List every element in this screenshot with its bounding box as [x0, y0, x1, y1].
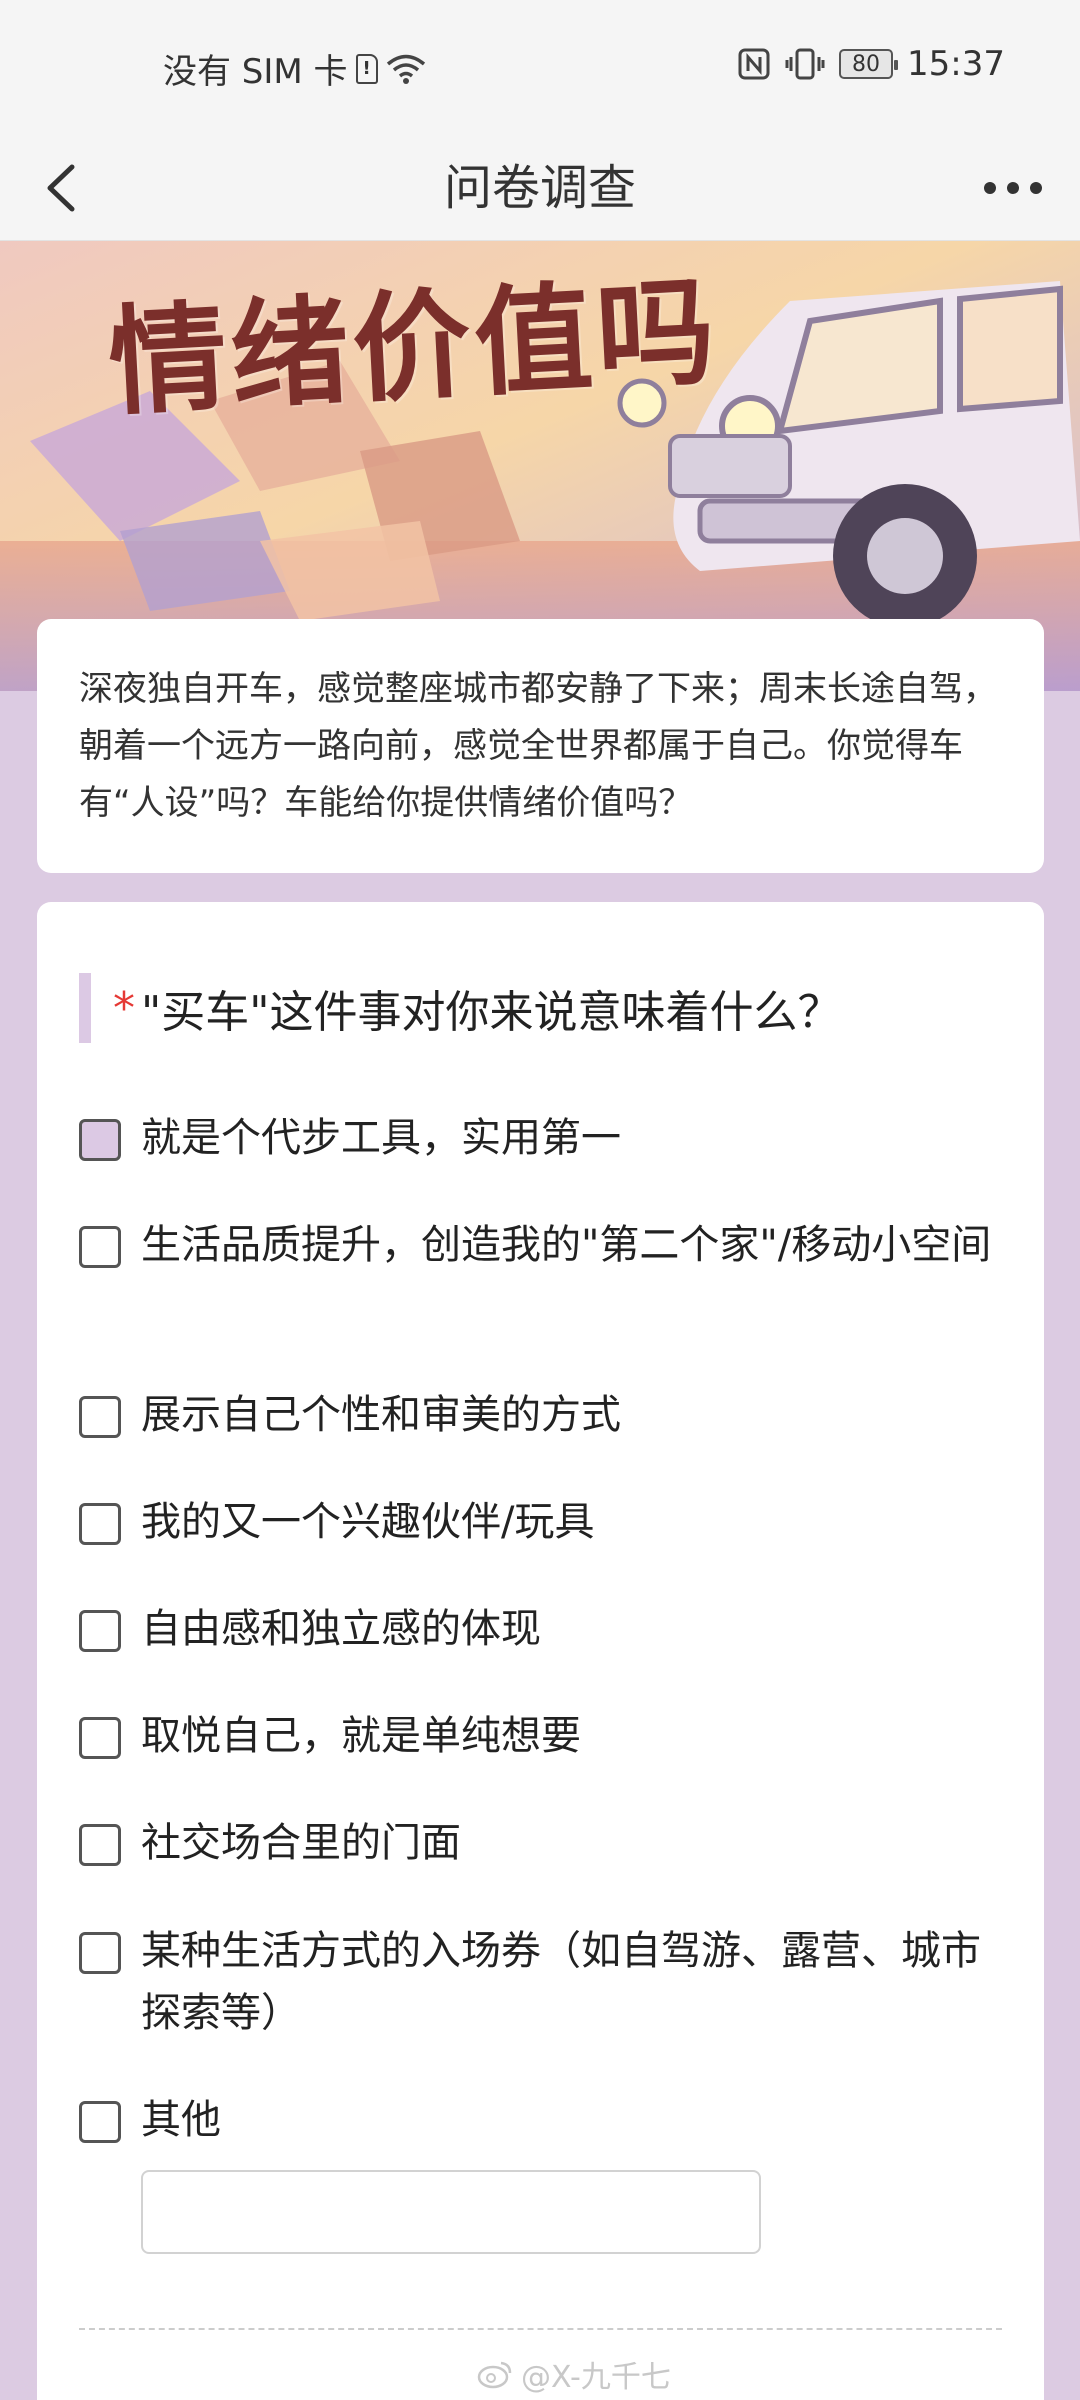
question-header: * "买车"这件事对你来说意味着什么？ [79, 973, 841, 1043]
checkbox[interactable] [79, 2101, 121, 2143]
option-label: 其他 [141, 2097, 221, 2143]
option-label: 我的又一个兴趣伙伴/玩具 [141, 1499, 595, 1545]
clock: 15:37 [907, 44, 1005, 84]
divider [79, 2328, 1002, 2330]
option-item[interactable]: 自由感和独立感的体现 [79, 1606, 999, 1660]
status-bar: 没有 SIM 卡 ! 80 15:37 [0, 0, 1080, 135]
watermark-text: @X-九千七 [521, 2360, 671, 2395]
other-text-input[interactable] [141, 2170, 761, 2254]
option-item[interactable]: 就是个代步工具，实用第一 [79, 1115, 999, 1169]
nfc-icon [738, 48, 770, 80]
status-left: 没有 SIM 卡 ! [163, 44, 426, 93]
option-item[interactable]: 社交场合里的门面 [79, 1820, 999, 1874]
option-label: 社交场合里的门面 [141, 1820, 461, 1866]
status-right: 80 15:37 [737, 44, 1005, 84]
checkbox[interactable] [79, 1396, 121, 1438]
option-label: 展示自己个性和审美的方式 [141, 1392, 621, 1438]
more-options-icon[interactable] [968, 153, 1058, 223]
checkbox[interactable] [79, 1717, 121, 1759]
option-item[interactable]: 其他 [79, 2097, 999, 2151]
option-item[interactable]: 展示自己个性和审美的方式 [79, 1392, 999, 1446]
watermark: @X-九千七 [477, 2352, 671, 2396]
question-accent-bar [79, 973, 91, 1043]
option-item[interactable]: 某种生活方式的入场券（如自驾游、露营、城市探索等） [79, 1928, 999, 2044]
page-title: 问卷调查 [443, 160, 636, 216]
checkbox[interactable] [79, 1503, 121, 1545]
option-label: 自由感和独立感的体现 [141, 1606, 541, 1652]
checkbox[interactable] [79, 1824, 121, 1866]
battery-icon: 80 [839, 49, 899, 79]
vibrate-icon [785, 48, 825, 80]
question-title: "买车"这件事对你来说意味着什么？ [141, 987, 842, 1038]
option-label: 生活品质提升，创造我的"第二个家"/移动小空间 [141, 1222, 992, 1268]
intro-card: 深夜独自开车，感觉整座城市都安静了下来；周末长途自驾，朝着一个远方一路向前，感觉… [37, 619, 1044, 873]
intro-text: 深夜独自开车，感觉整座城市都安静了下来；周末长途自驾，朝着一个远方一路向前，感觉… [79, 669, 997, 823]
option-label: 就是个代步工具，实用第一 [141, 1115, 621, 1161]
weibo-icon [477, 2361, 512, 2389]
checkbox[interactable] [79, 1119, 121, 1161]
question-card: * "买车"这件事对你来说意味着什么？ 就是个代步工具，实用第一 生活品质提升，… [37, 902, 1044, 2400]
option-label: 某种生活方式的入场券（如自驾游、露营、城市探索等） [141, 1928, 981, 2036]
sim-alert-icon: ! [355, 53, 378, 84]
option-label: 取悦自己，就是单纯想要 [141, 1713, 581, 1759]
banner-title: 情绪价值吗 [105, 261, 722, 432]
option-item[interactable]: 生活品质提升，创造我的"第二个家"/移动小空间 [79, 1222, 999, 1276]
required-mark: * [113, 982, 135, 1034]
option-item[interactable]: 我的又一个兴趣伙伴/玩具 [79, 1499, 999, 1553]
option-item[interactable]: 取悦自己，就是单纯想要 [79, 1713, 999, 1767]
carrier-text: 没有 SIM 卡 [163, 52, 348, 92]
wifi-icon [386, 54, 425, 84]
title-bar: 问卷调查 [0, 135, 1080, 241]
checkbox[interactable] [79, 1932, 121, 1974]
checkbox[interactable] [79, 1610, 121, 1652]
checkbox[interactable] [79, 1226, 121, 1268]
